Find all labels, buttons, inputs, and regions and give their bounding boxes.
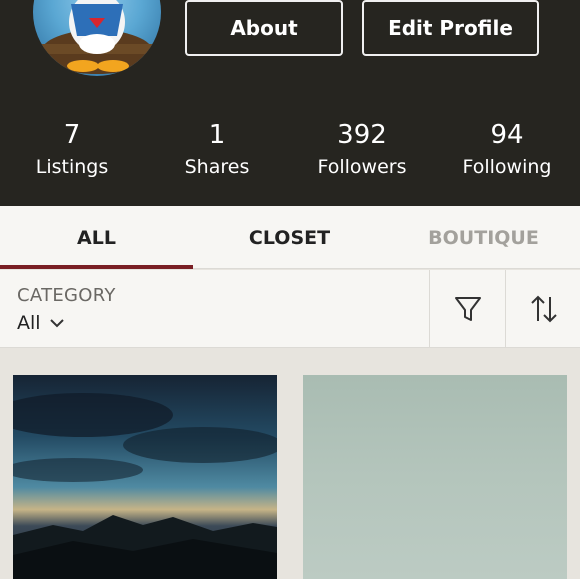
listing-card[interactable]	[303, 375, 567, 579]
filter-bar: CATEGORY All	[0, 270, 580, 348]
stat-label: Listings	[35, 156, 109, 178]
tab-boutique[interactable]: BOUTIQUE	[387, 206, 580, 269]
listing-card[interactable]	[13, 375, 277, 579]
profile-header: About Edit Profile 7 Listings 1 Shares 3…	[0, 0, 580, 206]
filter-funnel-icon	[454, 297, 481, 321]
stat-value: 392	[337, 120, 387, 150]
category-dropdown[interactable]: All	[17, 312, 65, 334]
stat-listings[interactable]: 7 Listings	[12, 118, 132, 182]
avatar[interactable]	[33, 0, 161, 76]
edit-profile-button[interactable]: Edit Profile	[362, 0, 539, 56]
tab-all[interactable]: ALL	[0, 206, 193, 269]
stat-label: Following	[462, 156, 552, 178]
about-button[interactable]: About	[185, 0, 343, 56]
stat-followers[interactable]: 392 Followers	[302, 118, 422, 182]
sort-button[interactable]	[506, 270, 580, 348]
stat-value: 94	[490, 120, 524, 150]
stat-label: Shares	[184, 156, 250, 178]
stat-following[interactable]: 94 Following	[447, 118, 567, 182]
stat-label: Followers	[317, 156, 407, 178]
stat-value: 1	[208, 120, 226, 150]
stat-value: 7	[63, 120, 81, 150]
closet-tabs: ALL CLOSET BOUTIQUE	[0, 206, 580, 269]
listing-image	[13, 393, 277, 579]
sort-arrows-icon	[530, 295, 557, 323]
stat-shares[interactable]: 1 Shares	[157, 118, 277, 182]
category-label: CATEGORY	[17, 285, 116, 306]
chevron-down-icon	[49, 319, 64, 328]
category-value: All	[17, 312, 41, 334]
filter-button[interactable]	[430, 270, 505, 348]
active-tab-indicator	[0, 265, 193, 269]
duck-avatar-icon	[41, 0, 153, 74]
tab-closet[interactable]: CLOSET	[193, 206, 386, 269]
